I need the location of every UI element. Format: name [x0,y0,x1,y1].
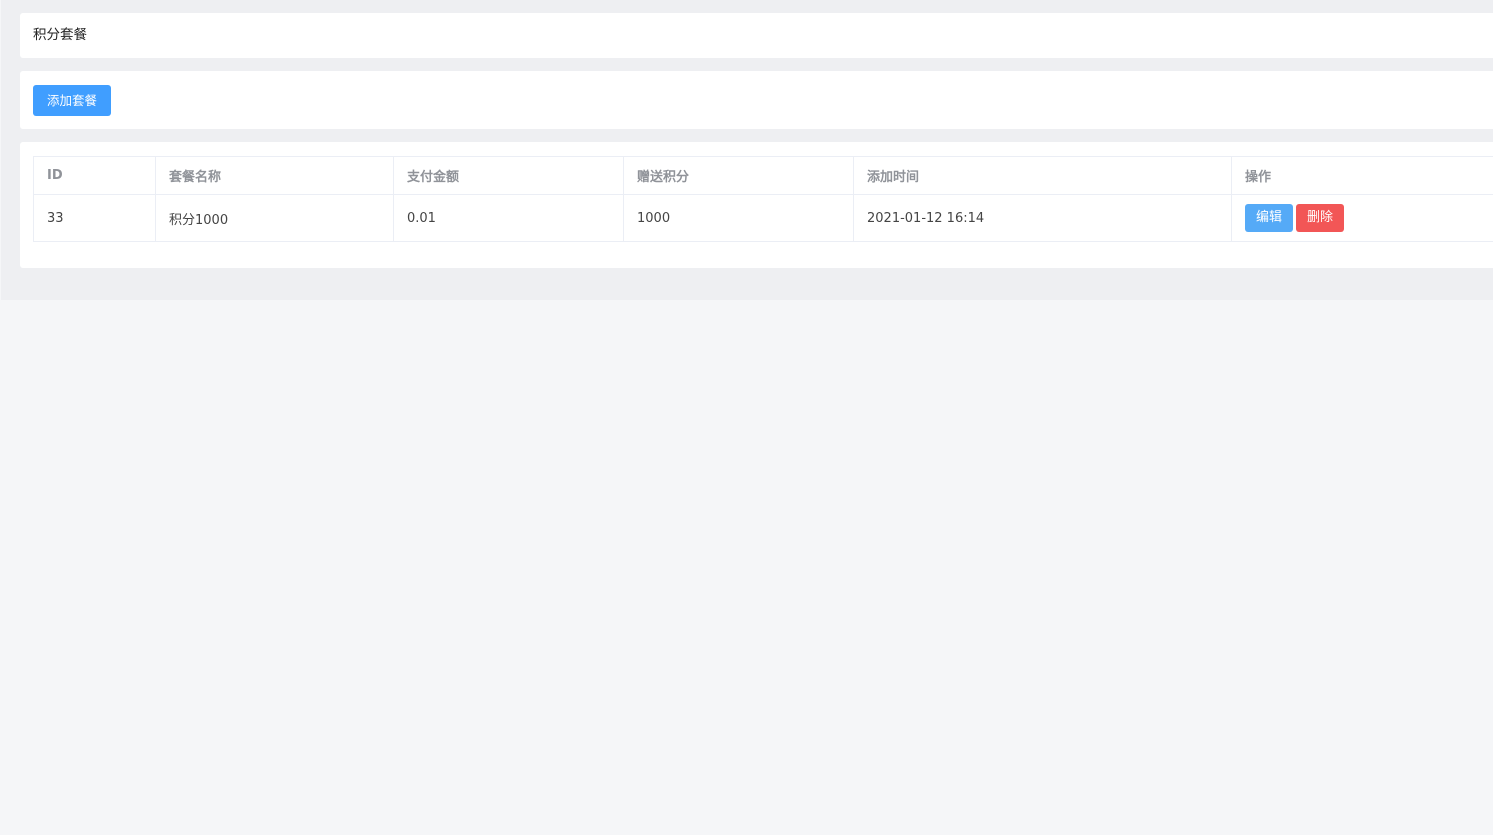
title-panel: 积分套餐 [20,13,1493,58]
add-package-button[interactable]: 添加套餐 [33,85,111,116]
cell-points: 1000 [623,194,854,242]
column-header-name: 套餐名称 [155,156,394,195]
column-header-amount: 支付金额 [393,156,624,195]
column-header-points: 赠送积分 [623,156,854,195]
table-row: 33 积分1000 0.01 1000 2021-01-12 16:14 编辑删… [33,194,1493,242]
cell-amount: 0.01 [393,194,624,242]
table-header-row: ID 套餐名称 支付金额 赠送积分 添加时间 操作 [33,156,1493,195]
delete-button[interactable]: 删除 [1296,204,1345,232]
cell-id: 33 [33,194,156,242]
table-panel: ID 套餐名称 支付金额 赠送积分 添加时间 操作 33 积分1000 0.01… [20,142,1493,268]
column-header-actions: 操作 [1231,156,1493,195]
column-header-created: 添加时间 [853,156,1232,195]
page-title: 积分套餐 [33,27,87,43]
column-header-id: ID [33,156,156,195]
edit-button[interactable]: 编辑 [1245,204,1294,232]
cell-name: 积分1000 [155,194,394,242]
package-table: ID 套餐名称 支付金额 赠送积分 添加时间 操作 33 积分1000 0.01… [33,156,1493,242]
toolbar-panel: 添加套餐 [20,71,1493,129]
content-area: 积分套餐 添加套餐 ID 套餐名称 支付金额 赠送积分 添加时间 操作 33 积… [1,0,1493,300]
cell-created: 2021-01-12 16:14 [853,194,1232,242]
cell-actions: 编辑 删除 [1231,194,1493,242]
